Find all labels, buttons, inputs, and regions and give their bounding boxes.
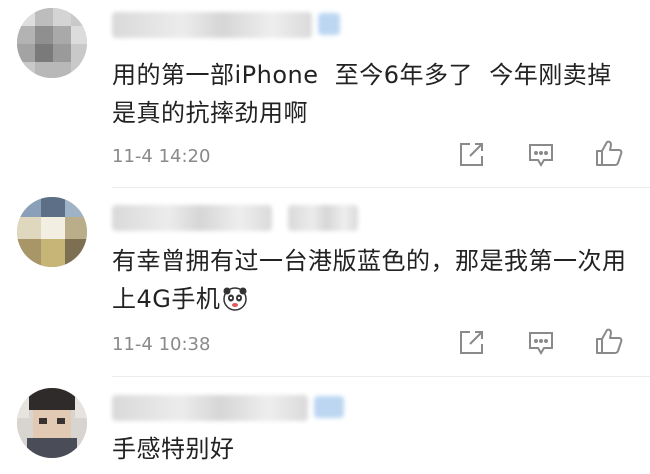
author-name[interactable] bbox=[112, 395, 308, 421]
comment-text: 有幸曾拥有过一台港版蓝色的，那是我第一次用上4G手机 bbox=[112, 247, 627, 313]
like-icon[interactable] bbox=[594, 138, 624, 168]
comment-text: 用的第一部iPhone 至今6年多了 今年刚卖掉 是真的抗摔劲用啊 bbox=[112, 61, 620, 127]
like-icon[interactable] bbox=[594, 326, 624, 356]
avatar[interactable] bbox=[17, 8, 87, 78]
author-name[interactable] bbox=[112, 205, 272, 231]
comment-time: 11-4 10:38 bbox=[112, 334, 211, 355]
avatar[interactable] bbox=[17, 388, 87, 458]
reply-icon[interactable] bbox=[526, 328, 556, 358]
verified-badge-icon bbox=[314, 396, 344, 418]
comment-time: 11-4 14:20 bbox=[112, 146, 211, 167]
share-icon[interactable] bbox=[456, 328, 486, 358]
comment-text: 手感特别好 bbox=[112, 435, 235, 463]
divider bbox=[112, 187, 650, 188]
divider bbox=[112, 376, 650, 377]
share-icon[interactable] bbox=[456, 140, 486, 170]
reply-icon[interactable] bbox=[526, 140, 556, 170]
panda-emoji bbox=[222, 285, 248, 311]
author-name-extra bbox=[288, 205, 358, 231]
verified-badge-icon bbox=[318, 13, 340, 35]
author-name[interactable] bbox=[112, 12, 312, 38]
avatar[interactable] bbox=[17, 197, 87, 267]
